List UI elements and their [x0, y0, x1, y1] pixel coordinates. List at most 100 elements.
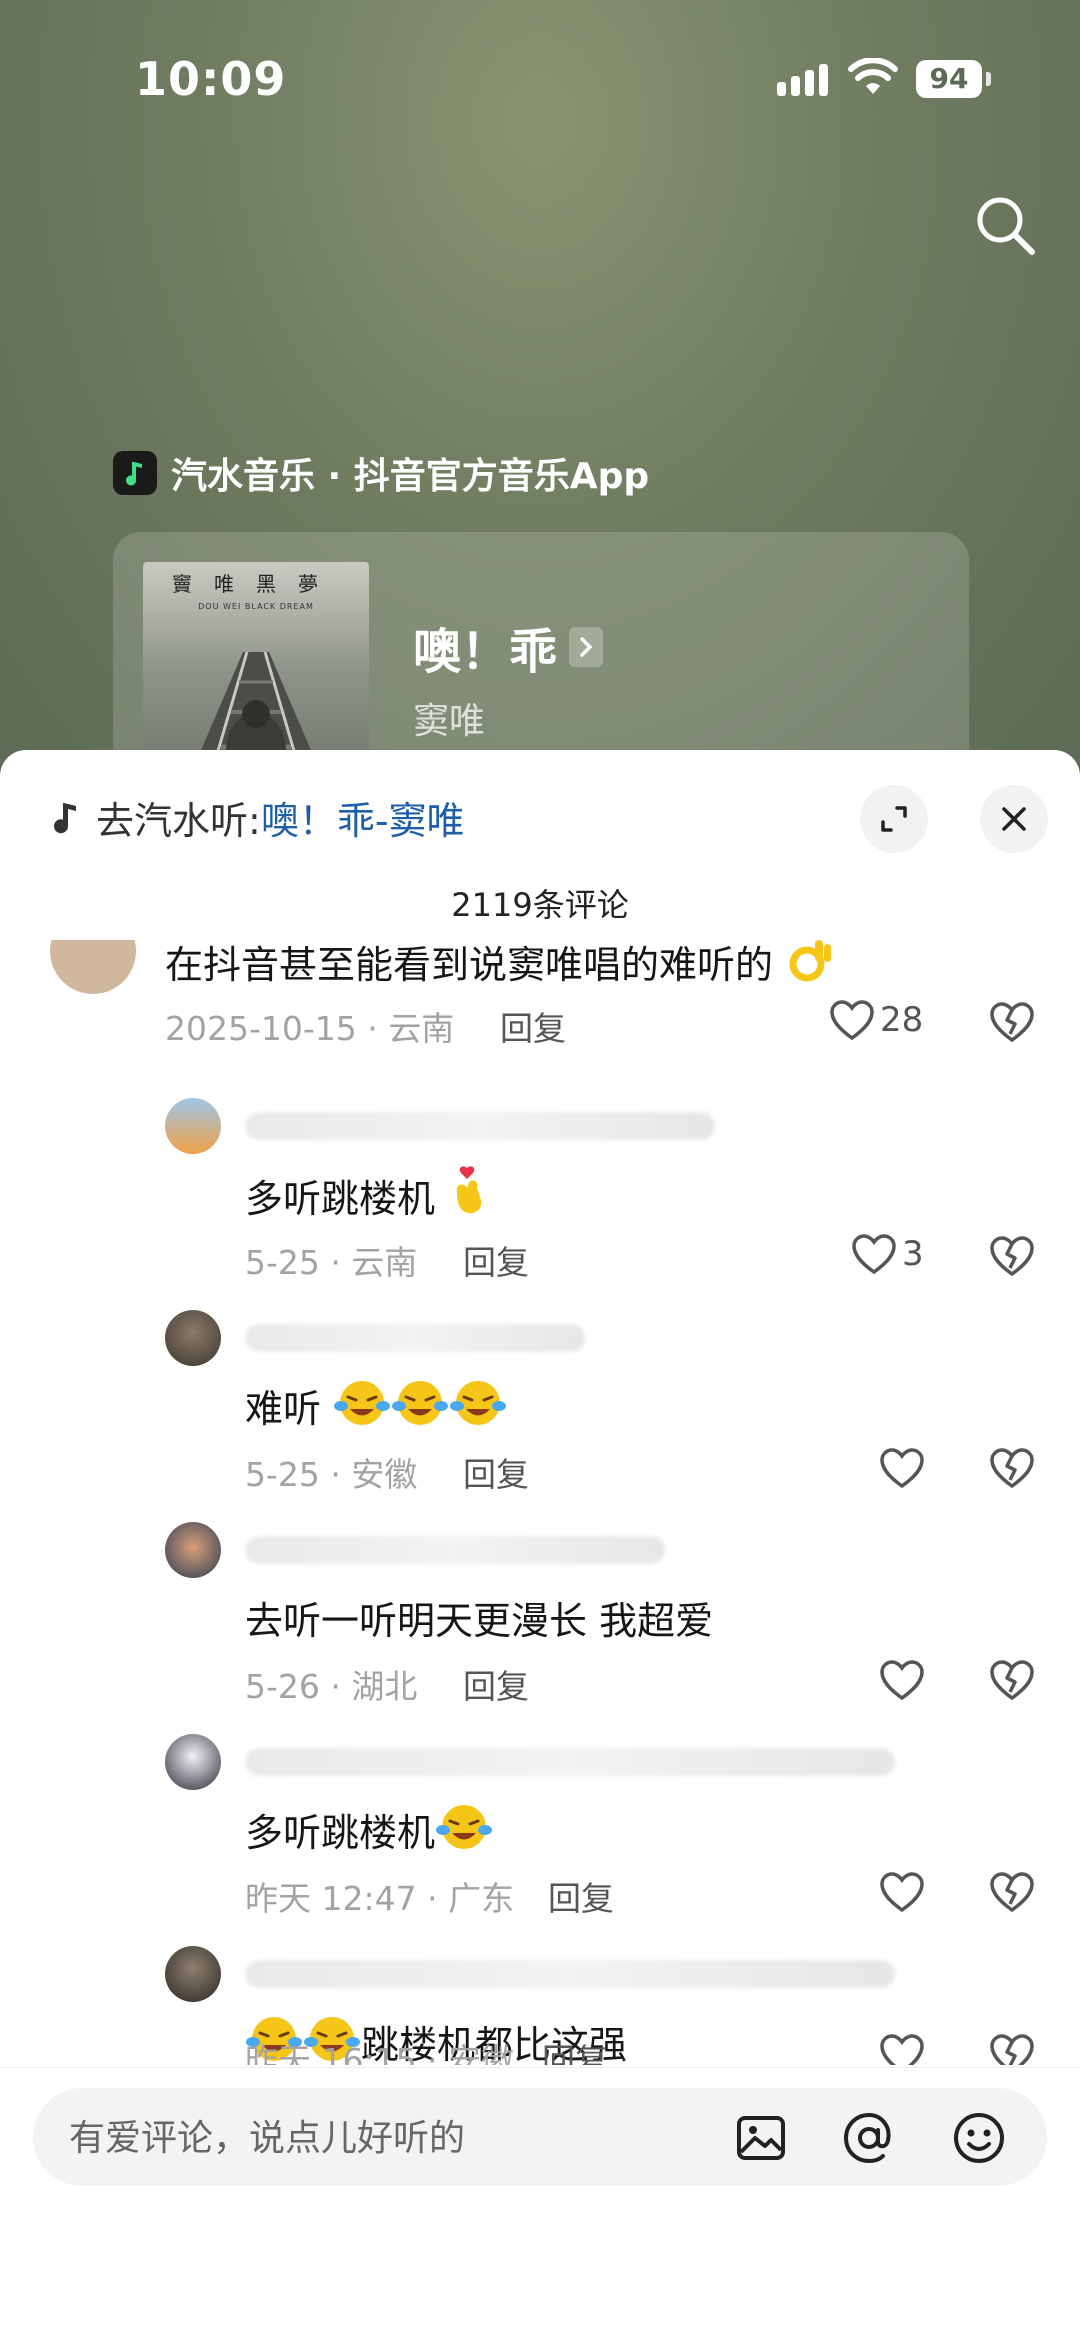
avatar[interactable] [165, 1098, 221, 1154]
comment-sheet: 去汽水听: 噢！乖-窦唯 2119条评论 在抖音甚至能看到说窦唯唱的难听的 20… [0, 750, 1080, 2341]
song-title-text: 噢！乖 [413, 624, 558, 680]
comment-region: 湖北 [351, 1667, 418, 1706]
search-icon[interactable] [970, 190, 1040, 260]
cellular-signal-icon [777, 64, 828, 96]
comment-meta: 昨天 16:15 · 安徽 [245, 2034, 514, 2065]
comment-meta: 昨天 12:47 · 广东 [245, 1879, 515, 1918]
comment-list[interactable]: 在抖音甚至能看到说窦唯唱的难听的 2025-10-15 · 云南 回复 28 多… [0, 940, 1080, 2065]
avatar[interactable] [50, 940, 136, 994]
comment-text: 多听跳楼机 [245, 1166, 491, 1227]
close-icon [1002, 807, 1026, 831]
username-blurred [245, 1960, 895, 1988]
broken-heart-icon[interactable] [988, 1870, 1036, 1914]
music-app-label: 汽水音乐 · 抖音官方音乐App [171, 456, 650, 497]
music-app-logo-icon [113, 451, 157, 495]
comment-date: 2025-10-15 [165, 1009, 357, 1048]
comment-date: 5-25 [245, 1455, 320, 1494]
comment-meta: 2025-10-15 · 云南 [165, 1009, 455, 1048]
broken-heart-icon[interactable] [988, 1000, 1036, 1044]
avatar[interactable] [165, 1522, 221, 1578]
music-note-icon [54, 802, 76, 833]
sheet-header: 去汽水听: 噢！乖-窦唯 [0, 750, 1080, 870]
tears-of-joy-emoji-icon [333, 1378, 391, 1437]
heart-icon[interactable] [878, 1446, 926, 1490]
expand-button[interactable] [860, 785, 928, 853]
wifi-icon [848, 58, 898, 94]
comment-region: 云南 [388, 1009, 455, 1048]
comment-text-content: 多听跳楼机 [245, 1177, 436, 1221]
heart-icon [852, 1234, 896, 1275]
go-listen-link[interactable]: 去汽水听: 噢！乖-窦唯 [50, 790, 465, 845]
battery-tip [986, 72, 991, 86]
comment-input-bar [0, 2067, 1080, 2341]
comment-meta: 5-25 · 云南 [245, 1243, 418, 1282]
heart-icon[interactable] [878, 1870, 926, 1914]
comment-text: 去听一听明天更漫长 我超爱 [245, 1599, 714, 1643]
comment-text-content: 难听 [245, 1387, 322, 1431]
username-blurred [245, 1748, 895, 1776]
heart-icon[interactable] [878, 2032, 926, 2065]
reply-button[interactable]: 回复 [500, 1002, 566, 1050]
album-title: 竇唯黑夢 [172, 572, 340, 596]
comment-region: 安徽 [351, 1455, 418, 1494]
at-icon[interactable] [841, 2110, 897, 2166]
reply-button[interactable]: 回复 [463, 1236, 529, 1284]
comment-meta: 5-26 · 湖北 [245, 1667, 418, 1706]
avatar[interactable] [165, 1310, 221, 1366]
emoji-icon[interactable] [951, 2110, 1007, 2166]
chevron-right-icon [569, 627, 604, 667]
tears-of-joy-emoji-icon [435, 1802, 493, 1861]
song-artist: 窦唯 [413, 701, 486, 742]
reply-button[interactable]: 回复 [542, 2034, 608, 2065]
comment-input-container[interactable] [33, 2088, 1047, 2188]
broken-heart-icon[interactable] [988, 1234, 1036, 1278]
ok-hand-emoji-icon [785, 940, 833, 993]
comment-date: 5-26 [245, 1667, 320, 1706]
music-app-link[interactable]: 汽水音乐 · 抖音官方音乐App [113, 448, 649, 498]
comment-date: 5-25 [245, 1243, 320, 1282]
comment-text: 多听跳楼机 [245, 1802, 493, 1861]
comment-date: 昨天 12:47 [245, 1879, 417, 1918]
comment-date: 昨天 16:15 [245, 2041, 417, 2065]
comment-region: 云南 [351, 1243, 418, 1282]
username-blurred [245, 1536, 665, 1564]
tears-of-joy-emoji-icon [391, 1378, 449, 1437]
like-button[interactable]: 3 [850, 1232, 924, 1276]
like-count: 3 [902, 1234, 924, 1274]
album-subtitle: DOU WEI BLACK DREAM [198, 602, 314, 611]
broken-heart-icon[interactable] [988, 1658, 1036, 1702]
comment-region: 安徽 [448, 2041, 515, 2065]
comment-text-content: 在抖音甚至能看到说窦唯唱的难听的 [165, 943, 774, 987]
username-blurred [245, 1112, 715, 1140]
like-button[interactable]: 28 [828, 998, 923, 1042]
comment-text-content: 多听跳楼机 [245, 1811, 436, 1855]
comment-text: 在抖音甚至能看到说窦唯唱的难听的 [165, 940, 833, 993]
avatar[interactable] [165, 1734, 221, 1790]
comment-meta: 5-25 · 安徽 [245, 1455, 418, 1494]
go-listen-prefix: 去汽水听: [96, 799, 261, 843]
avatar[interactable] [165, 1946, 221, 2002]
like-count: 28 [880, 1000, 924, 1040]
expand-icon [881, 806, 907, 832]
finger-heart-emoji-icon [447, 1166, 491, 1227]
comment-text: 难听 [245, 1378, 507, 1437]
go-listen-song: 噢！乖-窦唯 [260, 799, 465, 843]
reply-button[interactable]: 回复 [463, 1448, 529, 1496]
broken-heart-icon[interactable] [988, 2032, 1036, 2065]
reply-button[interactable]: 回复 [463, 1660, 529, 1708]
comment-region: 广东 [448, 1879, 515, 1918]
tears-of-joy-emoji-icon [449, 1378, 507, 1437]
image-icon[interactable] [733, 2110, 789, 2166]
battery-indicator: 94 [916, 60, 982, 98]
status-bar: 10:09 94 [0, 0, 1080, 150]
reply-button[interactable]: 回复 [548, 1872, 614, 1920]
heart-icon [830, 1000, 874, 1041]
comment-input[interactable] [67, 2088, 711, 2188]
heart-icon[interactable] [878, 1658, 926, 1702]
username-blurred [245, 1324, 585, 1352]
close-button[interactable] [980, 785, 1048, 853]
status-time: 10:09 [135, 52, 287, 106]
song-title[interactable]: 噢！乖 [413, 612, 604, 682]
comment-count: 2119条评论 [451, 886, 629, 924]
broken-heart-icon[interactable] [988, 1446, 1036, 1490]
